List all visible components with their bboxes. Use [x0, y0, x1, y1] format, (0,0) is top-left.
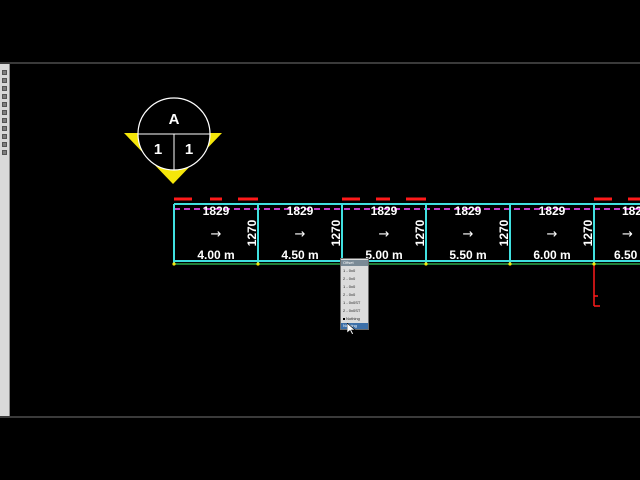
bay-length-label: 6.00 m	[533, 248, 570, 262]
bay-length-label: 5.00 m	[365, 248, 402, 262]
direction-arrow-icon: →	[295, 227, 306, 242]
red-detail-marker[interactable]	[593, 264, 600, 307]
direction-arrow-icon: →	[547, 227, 558, 242]
viewport-bottom-border	[0, 416, 640, 418]
bay-height-label: 1270	[497, 219, 511, 246]
bay-height-label: 1270	[329, 219, 343, 246]
context-menu-item[interactable]: 2 - 0x0ST	[343, 308, 367, 314]
section-marker-left-number: 1	[154, 141, 162, 158]
bay-4[interactable]: 1829 → 5.50 m 1270	[449, 204, 511, 262]
context-menu-header: Offset	[341, 260, 368, 266]
bay-6[interactable]: 1829 → 6.50 m	[614, 204, 640, 262]
bay-height-label: 1270	[413, 219, 427, 246]
bay-width-label: 1829	[622, 204, 640, 218]
bay-width-label: 1829	[371, 204, 398, 218]
bay-5[interactable]: 1829 → 6.00 m 1270	[533, 204, 595, 262]
cad-application: A 1 1 1829 → 4.00 m 1270 1829 → 4.50 m 1…	[0, 0, 640, 480]
context-menu-item[interactable]: 1 - 0x0	[343, 284, 367, 290]
context-menu-item[interactable]: 2 - 0x0	[343, 292, 367, 298]
context-menu-item[interactable]: 1 - 0x0ST	[343, 300, 367, 306]
bay-width-label: 1829	[455, 204, 482, 218]
section-marker-letter: A	[169, 111, 180, 128]
bay-length-label: 4.00 m	[197, 248, 234, 262]
direction-arrow-icon: →	[211, 227, 222, 242]
bullet-icon	[343, 317, 345, 320]
context-menu-item-label: Nothing	[346, 316, 360, 321]
mouse-cursor-icon	[347, 323, 356, 335]
context-menu-item-bulleted[interactable]: Nothing	[343, 316, 367, 322]
drawing-canvas[interactable]: A 1 1 1829 → 4.00 m 1270 1829 → 4.50 m 1…	[0, 0, 640, 480]
bay-3[interactable]: 1829 → 5.00 m 1270	[365, 204, 427, 262]
context-menu[interactable]: Offset 1 - 0x0 2 - 0x0 1 - 0x0 2 - 0x0 1…	[340, 258, 369, 330]
bay-length-label: 5.50 m	[449, 248, 486, 262]
direction-arrow-icon: →	[622, 227, 633, 242]
bay-length-label: 6.50 m	[614, 248, 640, 262]
bay-height-label: 1270	[245, 219, 259, 246]
bay-2[interactable]: 1829 → 4.50 m 1270	[281, 204, 343, 262]
bay-height-label: 1270	[581, 219, 595, 246]
direction-arrow-icon: →	[463, 227, 474, 242]
context-menu-item[interactable]: 2 - 0x0	[343, 276, 367, 282]
bay-1[interactable]: 1829 → 4.00 m 1270	[197, 204, 259, 262]
section-marker[interactable]: A 1 1	[124, 97, 222, 184]
context-menu-item[interactable]: 1 - 0x0	[343, 268, 367, 274]
bay-width-label: 1829	[287, 204, 314, 218]
bay-width-label: 1829	[203, 204, 230, 218]
bay-length-label: 4.50 m	[281, 248, 318, 262]
bay-width-label: 1829	[539, 204, 566, 218]
section-marker-right-number: 1	[185, 141, 193, 158]
direction-arrow-icon: →	[379, 227, 390, 242]
